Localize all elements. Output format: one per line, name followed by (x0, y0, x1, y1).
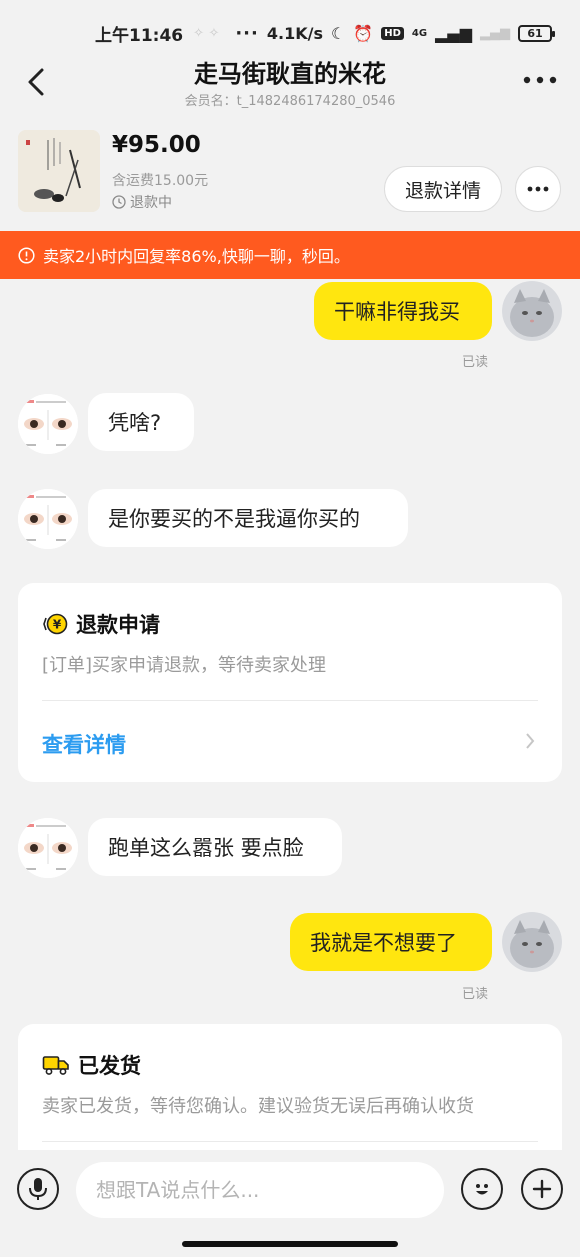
signal-weak-icon: ▂▄▆ (480, 25, 510, 41)
truck-icon (42, 1056, 69, 1075)
shipped-card-header: 已发货 (42, 1050, 141, 1080)
product-thumbnail[interactable] (18, 130, 100, 212)
battery-level: 61 (527, 26, 543, 40)
home-indicator[interactable] (182, 1241, 398, 1247)
read-receipt: 已读 (462, 987, 489, 1002)
battery-icon: 61 (518, 24, 555, 42)
eyes-avatar-image (18, 818, 78, 878)
message-bubble-sent[interactable]: 我就是不想要了 (290, 913, 492, 971)
shipped-card-description: 卖家已发货，等待您确认。建议验货无误后再确认收货 (42, 1096, 474, 1117)
network-type: 4G (411, 27, 428, 39)
more-options-button[interactable] (520, 62, 560, 98)
refund-status: 退款中 (112, 192, 172, 212)
network-speed: 4.1K/s (266, 23, 323, 43)
eyes-avatar-image (18, 489, 78, 549)
svg-text:¥: ¥ (53, 618, 62, 632)
my-avatar[interactable] (502, 912, 562, 972)
product-more-button[interactable] (515, 166, 561, 212)
product-price: ¥95.00 (112, 132, 201, 158)
contact-name: 走马街耿直的米花 (194, 60, 386, 88)
seller-avatar[interactable] (18, 394, 78, 454)
refund-yen-icon: ¥ (43, 613, 68, 635)
shipping-fee: 含运费15.00元 (112, 173, 209, 189)
status-dots: ··· (235, 22, 259, 44)
chat-header: 走马街耿直的米花 会员名：t_1482486174280_0546 (0, 48, 580, 120)
shipped-card-title: 已发货 (78, 1054, 141, 1078)
alarm-icon: ⏰ (353, 23, 374, 43)
seller-avatar[interactable] (18, 489, 78, 549)
refund-card-header: ¥ 退款申请 (42, 609, 160, 639)
hd-badge: HD (381, 26, 404, 40)
more-dots-icon (523, 76, 557, 84)
chevron-right-icon (526, 733, 535, 749)
message-bubble-received[interactable]: 跑单这么嚣张 要点脸 (88, 818, 342, 876)
message-bubble-sent[interactable]: 干嘛非得我买 (314, 282, 492, 340)
eyes-avatar-image (18, 394, 78, 454)
moon-icon: ☾ (330, 23, 346, 43)
refund-card-title: 退款申请 (76, 613, 160, 637)
cat-avatar-image (502, 912, 562, 972)
microphone-icon (29, 1178, 47, 1200)
emoji-button[interactable] (461, 1168, 503, 1210)
refund-details-button[interactable]: 退款详情 (384, 166, 502, 212)
signal-icon: ▂▄▆ (435, 23, 472, 43)
plus-icon (532, 1179, 552, 1199)
message-bubble-received[interactable]: 凭啥? (88, 393, 194, 451)
status-time: 上午11:46 (95, 25, 184, 46)
clock-icon (112, 195, 126, 209)
refund-card-description: [订单]买家申请退款，等待卖家处理 (42, 655, 327, 676)
message-input[interactable] (76, 1162, 444, 1218)
refund-status-label: 退款中 (130, 195, 172, 211)
voice-button[interactable] (17, 1168, 59, 1210)
emoji-icon (476, 1184, 488, 1195)
reply-rate-banner[interactable]: 卖家2小时内回复率86%,快聊一聊，秒回。 (0, 231, 580, 279)
my-avatar[interactable] (502, 281, 562, 341)
seller-avatar[interactable] (18, 818, 78, 878)
member-id: 会员名：t_1482486174280_0546 (184, 94, 396, 109)
message-bubble-received[interactable]: 是你要买的不是我逼你买的 (88, 489, 408, 547)
alert-circle-icon (18, 246, 35, 264)
reply-rate-text: 卖家2小时内回复率86%,快聊一聊，秒回。 (43, 247, 350, 266)
card-divider (42, 1141, 538, 1142)
notification-icon: ✧ ✧ (193, 25, 220, 41)
card-divider (42, 700, 538, 701)
view-details-link[interactable]: 查看详情 (42, 729, 126, 759)
product-summary[interactable]: ¥95.00 含运费15.00元 退款中 退款详情 (0, 122, 580, 230)
more-dots-icon (527, 186, 549, 192)
painting-image (18, 130, 100, 212)
add-button[interactable] (521, 1168, 563, 1210)
read-receipt: 已读 (462, 355, 489, 370)
refund-request-card[interactable]: ¥ 退款申请 [订单]买家申请退款，等待卖家处理 查看详情 (18, 583, 562, 782)
cat-avatar-image (502, 281, 562, 341)
